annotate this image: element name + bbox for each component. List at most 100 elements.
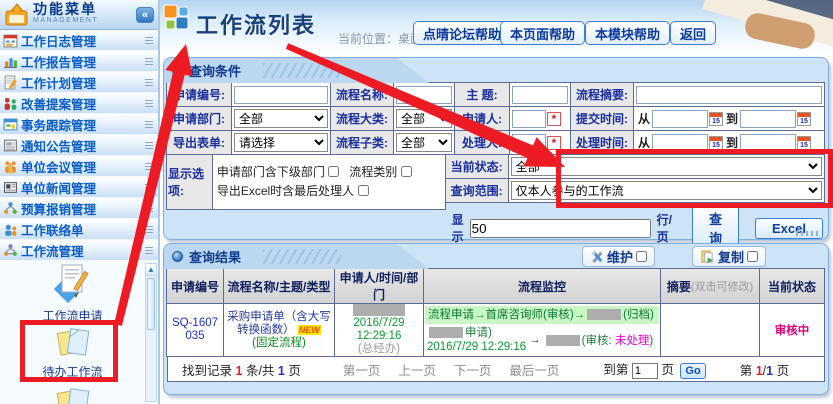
sidebar-item-work-plan[interactable]: 工作计划管理 xyxy=(0,72,158,93)
drag-handle-icon[interactable] xyxy=(145,184,153,191)
applicant-input[interactable] xyxy=(512,110,546,128)
scroll-up-icon[interactable]: ▲ xyxy=(146,264,156,276)
back-button[interactable]: 返回 xyxy=(670,21,716,45)
excel-handler-checkbox[interactable] xyxy=(358,185,369,196)
subject-input[interactable] xyxy=(512,86,568,104)
applicant-label: 申请人: xyxy=(454,106,510,131)
option-include-sub-dept[interactable]: 申请部门含下级部门 xyxy=(217,163,339,182)
sidebar-item-work-log[interactable]: 工作日志管理 xyxy=(0,30,158,51)
go-button[interactable]: Go xyxy=(680,363,705,379)
cell-status: 审核中 xyxy=(759,303,825,357)
cell-flow-name[interactable]: 采购申请单（含大写转换函数） NEW (固定流程) xyxy=(223,303,335,357)
summary-input[interactable] xyxy=(636,86,822,104)
flow-subclass-label: 流程子类: xyxy=(330,130,394,155)
flow-class-select[interactable]: 全部 xyxy=(396,109,452,128)
pending-status: 未处理 xyxy=(615,335,650,347)
first-page-link[interactable]: 第一页 xyxy=(343,360,381,379)
sidebar-item-news[interactable]: 单位新闻管理 xyxy=(0,177,158,198)
drag-handle-icon[interactable] xyxy=(145,226,153,233)
page-size-suffix: 行/页 xyxy=(657,211,672,245)
shortcut-workflow-apply[interactable]: 工作流申请 xyxy=(0,263,145,324)
to-label: 到 xyxy=(726,110,738,127)
tracking-window-icon xyxy=(3,117,18,132)
maintain-checkbox[interactable] xyxy=(636,251,647,262)
apply-no-input[interactable] xyxy=(234,86,328,104)
query-scope-select[interactable]: 仅本人参与的工作流 xyxy=(511,181,822,200)
drag-handle-icon[interactable] xyxy=(145,37,153,44)
drag-handle-icon[interactable] xyxy=(145,142,153,149)
arrow-glyph: → xyxy=(529,334,541,346)
sidebar-item-meeting[interactable]: 单位会议管理 xyxy=(0,156,158,177)
last-page-link[interactable]: 最后一页 xyxy=(509,360,559,379)
sidebar-item-workflow[interactable]: 工作流管理 xyxy=(0,240,158,261)
cell-applicant: 2016/7/29 12:29:16 (总经办) xyxy=(334,303,424,357)
handle-time-label: 处理时间: xyxy=(570,130,634,155)
shortcut-todo-workflow[interactable]: 待办工作流 xyxy=(0,327,145,380)
calendar-icon[interactable]: 15 xyxy=(709,112,723,126)
sidebar-scrollbar[interactable]: ▲ xyxy=(145,263,157,402)
handler-input[interactable] xyxy=(512,134,546,152)
calendar-icon xyxy=(3,33,18,48)
page-help-button[interactable]: 本页面帮助 xyxy=(500,21,585,45)
resize-grip[interactable] xyxy=(796,231,818,236)
sidebar-item-work-report[interactable]: 工作报告管理 xyxy=(0,51,158,72)
cell-apply-no[interactable]: SQ-1607035 xyxy=(166,303,224,357)
sidebar-item-improvement[interactable]: 改善提案管理 xyxy=(0,93,158,114)
sidebar-item-notice[interactable]: 通知公告管理 xyxy=(0,135,158,156)
drag-handle-icon[interactable] xyxy=(145,79,153,86)
prev-page-link[interactable]: 上一页 xyxy=(398,360,436,379)
main-area: 工作流列表 当前位置：桌面 -> 工作流管理 点晴论坛帮助 本页面帮助 本模块帮… xyxy=(160,0,833,404)
query-row-3: 导出表单: 请选择 流程子类: 全部 处理人: * 处理时间: 从 15 到 1… xyxy=(167,131,825,155)
export-form-select[interactable]: 请选择 xyxy=(234,133,328,152)
apply-dept-select[interactable]: 全部 xyxy=(234,109,328,128)
maintain-button[interactable]: 维护 xyxy=(582,246,655,267)
handle-to-input[interactable] xyxy=(740,134,796,152)
copy-icon xyxy=(700,249,715,264)
flow-name-input[interactable] xyxy=(396,86,452,104)
option-excel-handler[interactable]: 导出Excel时含最后处理人 xyxy=(217,182,369,201)
next-page-link[interactable]: 下一页 xyxy=(454,360,492,379)
flow-category-checkbox[interactable] xyxy=(401,166,412,177)
submit-to-input[interactable] xyxy=(740,110,796,128)
flow-subclass-select[interactable]: 全部 xyxy=(396,133,452,152)
apply-dept-label: 申请部门: xyxy=(166,106,232,131)
monitor-time: 2016/7/29 12:29:16 xyxy=(427,340,526,354)
copy-button[interactable]: 复制 xyxy=(692,246,766,267)
drag-handle-icon[interactable] xyxy=(145,247,153,254)
copy-checkbox[interactable] xyxy=(747,251,758,262)
table-row[interactable]: SQ-1607035 采购申请单（含大写转换函数） NEW (固定流程) 201… xyxy=(167,304,825,357)
subject-label: 主 题: xyxy=(454,82,510,107)
goto-page-input[interactable] xyxy=(632,363,658,379)
submit-from-input[interactable] xyxy=(652,110,708,128)
sidebar-collapse-button[interactable]: « xyxy=(136,7,154,23)
module-help-button[interactable]: 本模块帮助 xyxy=(585,21,670,45)
col-monitor: 流程监控 xyxy=(423,268,661,304)
user-picker-icon[interactable]: * xyxy=(547,112,561,126)
include-sub-dept-checkbox[interactable] xyxy=(328,166,339,177)
calendar-icon[interactable]: 15 xyxy=(797,136,811,150)
sidebar-item-label: 工作联络单 xyxy=(21,220,145,239)
todo-workflow-icon xyxy=(53,327,93,359)
drag-handle-icon[interactable] xyxy=(145,58,153,65)
sidebar-item-tracking[interactable]: 事务跟踪管理 xyxy=(0,114,158,135)
workflow-pages-icon xyxy=(53,387,93,404)
cell-summary[interactable] xyxy=(660,303,760,357)
forum-help-button[interactable]: 点晴论坛帮助 xyxy=(413,21,511,45)
drag-handle-icon[interactable] xyxy=(145,163,153,170)
monitor-line-1: 流程申请→首席咨询师(审核)→(归档) xyxy=(425,306,659,324)
option-flow-category[interactable]: 流程类别 xyxy=(349,163,411,182)
wrench-icon xyxy=(590,250,604,264)
shortcut-partial[interactable] xyxy=(0,387,145,404)
sidebar-item-contact-sheet[interactable]: 工作联络单 xyxy=(0,219,158,240)
scrollbar-thumb[interactable] xyxy=(147,278,155,330)
drag-handle-icon[interactable] xyxy=(145,121,153,128)
handle-from-input[interactable] xyxy=(652,134,708,152)
current-status-select[interactable]: 全部 xyxy=(511,157,822,176)
drag-handle-icon[interactable] xyxy=(145,205,153,212)
sidebar-item-budget[interactable]: 预算报销管理 xyxy=(0,198,158,219)
page-size-input[interactable] xyxy=(470,219,651,238)
user-picker-icon[interactable]: * xyxy=(547,136,561,150)
drag-handle-icon[interactable] xyxy=(145,100,153,107)
calendar-icon[interactable]: 15 xyxy=(797,112,811,126)
calendar-icon[interactable]: 15 xyxy=(709,136,723,150)
